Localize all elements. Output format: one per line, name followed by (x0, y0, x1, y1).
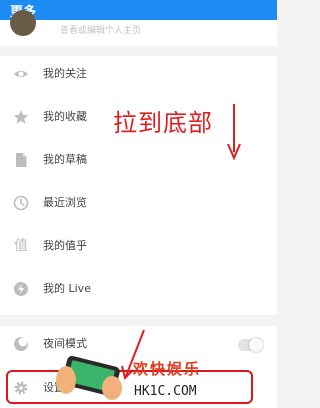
app-header: 更多 (0, 0, 277, 20)
clock-icon (13, 195, 29, 211)
toggle-knob (249, 338, 263, 352)
night-mode-label: 夜间模式 (43, 337, 87, 350)
menu-item-label: 我的草稿 (43, 153, 87, 166)
menu-item-live[interactable]: 我的 Live (0, 271, 277, 308)
night-mode-toggle[interactable] (238, 338, 263, 352)
menu-item-drafts[interactable]: 我的草稿 (0, 142, 277, 179)
document-icon (16, 153, 27, 167)
eye-icon (14, 70, 28, 78)
profile-card[interactable]: 查看或编辑个人主页 (0, 10, 277, 46)
highlight-box (6, 370, 253, 404)
menu-item-label: 最近浏览 (43, 196, 87, 209)
menu-item-label: 我的值乎 (43, 239, 87, 252)
menu-item-label: 我的收藏 (43, 110, 87, 123)
moon-icon (14, 337, 28, 351)
lightning-icon (14, 282, 28, 296)
menu-item-recent[interactable]: 最近浏览 (0, 185, 277, 222)
zhihu-value-icon: 值 (14, 238, 28, 254)
menu-item-following[interactable]: 我的关注 (0, 56, 277, 93)
star-icon (13, 110, 29, 124)
menu-list: 我的关注 我的收藏 我的草稿 最近浏览 值 我的值乎 我的 Live (0, 56, 277, 315)
menu-item-label: 我的 Live (43, 282, 91, 295)
annotation-text: 拉到底部 (113, 109, 213, 137)
profile-subtitle: 查看或编辑个人主页 (60, 26, 142, 36)
watermark-url: HK1C.COM (134, 384, 197, 399)
menu-item-label: 我的关注 (43, 67, 87, 80)
menu-item-zhi[interactable]: 值 我的值乎 (0, 228, 277, 265)
avatar[interactable] (10, 10, 36, 36)
watermark-brand: 欢快娱乐 (133, 360, 202, 378)
